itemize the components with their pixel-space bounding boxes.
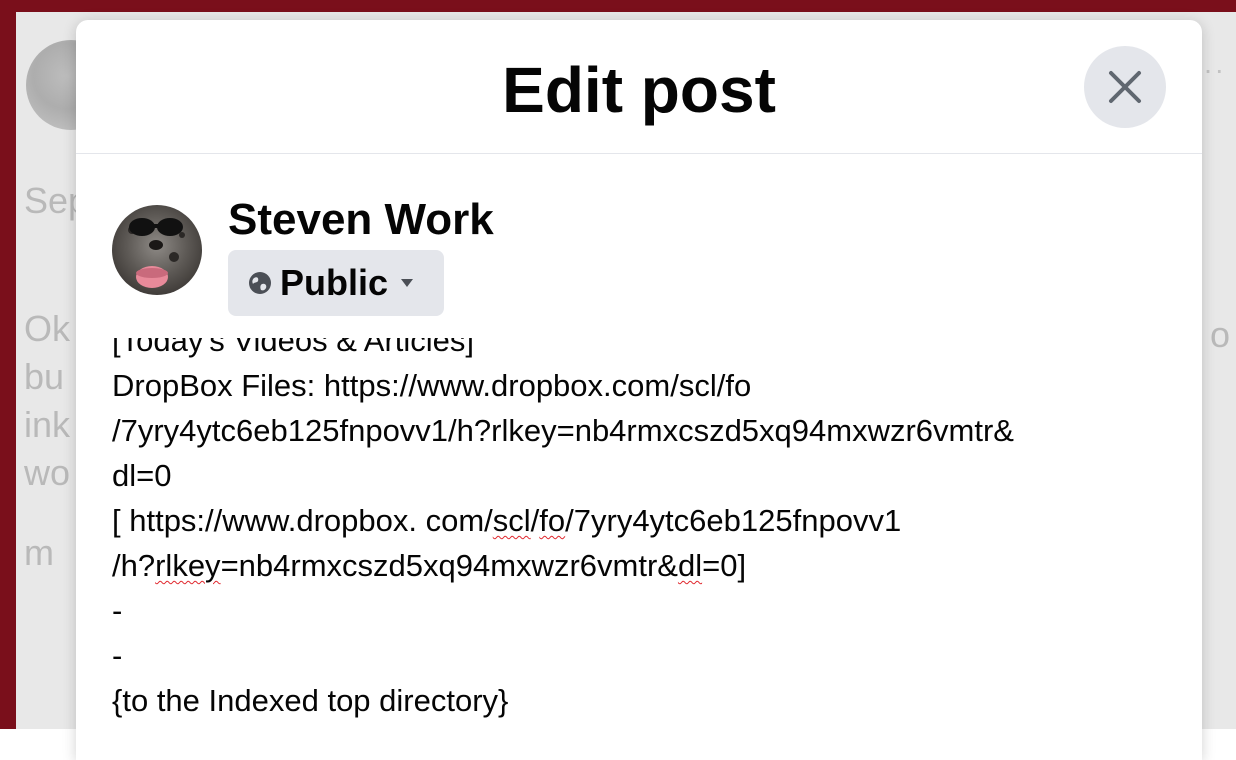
avatar[interactable] xyxy=(112,205,202,295)
post-text-content: [Today's Videos & Articles] DropBox File… xyxy=(112,338,1172,723)
close-button[interactable] xyxy=(1084,46,1166,128)
text-segment: [ https://www.dropbox. com/ xyxy=(112,503,493,538)
misspelled-word: dl xyxy=(677,548,703,583)
post-text-line: dl=0 xyxy=(112,453,1172,498)
edit-post-dialog: Edit post Steven Work Public [Today's Vi… xyxy=(76,20,1202,760)
background-text: ink xyxy=(24,404,71,445)
privacy-selector-button[interactable]: Public xyxy=(228,250,444,316)
text-segment: =nb4rmxcszd5xq94mxwzr6vmtr& xyxy=(220,548,678,583)
dialog-header: Edit post xyxy=(76,20,1202,154)
text-segment: DropBox Files: https://www.dropbox.com/s… xyxy=(112,368,752,403)
text-segment: /7yry4ytc6eb125fnpovv1/h?rlkey=nb4rmxcsz… xyxy=(112,413,1014,448)
close-icon xyxy=(1109,71,1141,103)
post-text-line-clipped: [Today's Videos & Articles] xyxy=(112,338,475,358)
window-frame-top xyxy=(0,0,1236,12)
text-segment: / xyxy=(530,503,540,538)
text-segment: /7yry4ytc6eb125fnpovv1 xyxy=(565,503,902,538)
background-text: Ok xyxy=(24,308,71,349)
text-segment: dl=0 xyxy=(112,458,172,493)
dialog-title: Edit post xyxy=(502,54,776,126)
post-text-editor[interactable]: [Today's Videos & Articles] DropBox File… xyxy=(112,338,1172,748)
post-text-line: DropBox Files: https://www.dropbox.com/s… xyxy=(112,363,1172,408)
text-segment: - xyxy=(112,638,123,673)
text-segment: /h? xyxy=(112,548,156,583)
misspelled-word: fo xyxy=(539,503,566,538)
dog-avatar-image xyxy=(112,205,202,295)
post-text-line: /7yry4ytc6eb125fnpovv1/h?rlkey=nb4rmxcsz… xyxy=(112,408,1172,453)
post-text-line: - xyxy=(112,633,1172,678)
text-segment: {to the Indexed top directory} xyxy=(112,683,509,718)
misspelled-word: rlkey xyxy=(155,548,221,583)
privacy-label: Public xyxy=(280,262,389,303)
globe-icon xyxy=(249,272,271,294)
post-text-line: - xyxy=(112,588,1172,633)
text-segment: =0] xyxy=(702,548,747,583)
background-text: bu xyxy=(24,356,65,397)
post-text-line: /h?rlkey=nb4rmxcszd5xq94mxwzr6vmtr&dl=0] xyxy=(112,543,1172,588)
post-text-line: {to the Indexed top directory} xyxy=(112,678,1172,723)
text-segment: - xyxy=(112,593,123,628)
background-text: o xyxy=(1209,314,1230,355)
author-name[interactable]: Steven Work xyxy=(228,195,494,245)
background-text: wo xyxy=(24,452,71,493)
caret-down-icon xyxy=(401,279,414,287)
background-text: m xyxy=(24,532,54,573)
window-frame-left xyxy=(0,0,16,729)
post-text-line: [ https://www.dropbox. com/scl/fo/7yry4y… xyxy=(112,498,1172,543)
misspelled-word: scl xyxy=(492,503,531,538)
